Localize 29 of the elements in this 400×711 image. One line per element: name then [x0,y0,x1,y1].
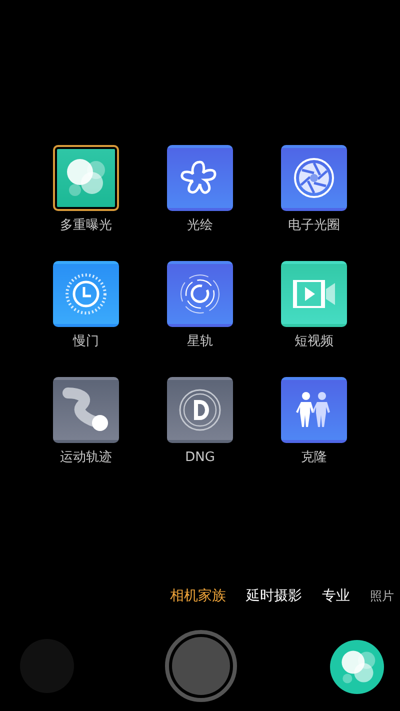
mode-tile[interactable] [53,377,119,443]
streak-icon [62,387,110,433]
mode-tile[interactable] [281,377,347,443]
mode-tile[interactable] [281,261,347,327]
video-icon [292,277,336,311]
mode-label: 光绘 [187,218,213,234]
aperture-icon [293,157,335,199]
mode-tab[interactable]: 相机家族 [170,587,226,605]
mode-label: 运动轨迹 [60,450,112,466]
mode-tile[interactable] [53,145,119,211]
mode-label: 电子光圈 [288,218,340,234]
mode-thumbnail[interactable] [330,640,384,694]
mode-tab[interactable]: 延时摄影 [246,587,302,605]
mode-label: 多重曝光 [60,218,112,234]
letter-icon [178,388,222,432]
mode-label: 短视频 [294,334,334,350]
mode-tile[interactable] [167,145,233,211]
mode-tab[interactable]: 照片 [370,587,394,605]
spiral-icon [178,272,222,316]
mode-label: 慢门 [73,334,99,350]
mode-label: 克隆 [301,450,327,466]
mode-tab[interactable]: 专业 [322,587,350,605]
mode-label: DNG [185,450,215,466]
mode-tile[interactable] [281,145,347,211]
mode-tile[interactable] [167,377,233,443]
clock-icon [64,272,108,316]
mode-tile[interactable] [53,261,119,327]
mode-label: 星轨 [187,334,213,350]
mode-tile[interactable] [167,261,233,327]
